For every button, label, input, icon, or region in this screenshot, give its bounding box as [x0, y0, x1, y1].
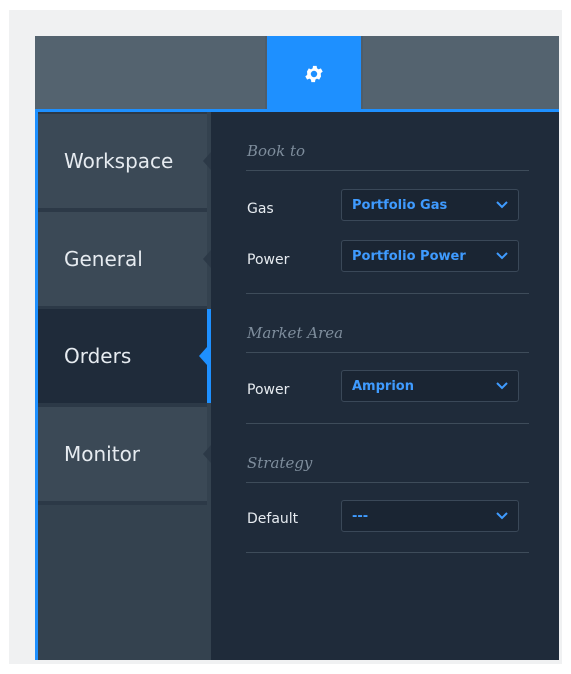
sidebar-item-label: General [64, 247, 143, 271]
section-title-book-to: Book to [247, 142, 306, 160]
tab-left[interactable] [35, 36, 265, 109]
default-label: Default [247, 511, 299, 527]
sidebar-empty-area [38, 505, 207, 660]
gas-portfolio-select[interactable]: Portfolio Gas [341, 189, 519, 221]
market-power-label: Power [247, 382, 290, 398]
select-value: Amprion [352, 378, 414, 394]
notch-indicator [203, 250, 211, 268]
divider [246, 170, 529, 171]
market-area-select[interactable]: Amprion [341, 370, 519, 402]
sidebar-item-label: Orders [64, 344, 132, 368]
notch-indicator [203, 152, 211, 170]
divider [246, 482, 529, 483]
select-value: --- [352, 508, 369, 524]
sidebar-item-workspace[interactable]: Workspace [38, 114, 211, 208]
sidebar-item-general[interactable]: General [38, 212, 211, 306]
top-tab-bar [35, 36, 559, 112]
gas-label: Gas [247, 201, 274, 217]
divider [246, 423, 529, 424]
chevron-down-icon [496, 382, 508, 390]
sidebar-item-orders[interactable]: Orders [38, 309, 211, 403]
settings-panel: Workspace General Orders Monitor Book to… [35, 36, 559, 660]
select-value: Portfolio Gas [352, 197, 448, 213]
strategy-select[interactable]: --- [341, 500, 519, 532]
tab-right[interactable] [363, 36, 559, 109]
gear-icon [305, 65, 323, 83]
chevron-down-icon [496, 201, 508, 209]
divider [246, 352, 529, 353]
sidebar-item-label: Monitor [64, 442, 141, 466]
active-notch-indicator [199, 347, 207, 365]
sidebar-item-label: Workspace [64, 149, 174, 173]
sidebar: Workspace General Orders Monitor [35, 112, 211, 660]
divider [246, 552, 529, 553]
power-portfolio-select[interactable]: Portfolio Power [341, 240, 519, 272]
select-value: Portfolio Power [352, 248, 466, 264]
section-title-market-area: Market Area [247, 324, 344, 342]
divider [246, 293, 529, 294]
notch-indicator [203, 445, 211, 463]
sidebar-item-monitor[interactable]: Monitor [38, 407, 211, 501]
orders-settings-content: Book to Gas Portfolio Gas Power Portfoli… [211, 112, 559, 660]
tab-settings[interactable] [267, 36, 361, 112]
chevron-down-icon [496, 512, 508, 520]
chevron-down-icon [496, 252, 508, 260]
power-label: Power [247, 252, 290, 268]
section-title-strategy: Strategy [247, 454, 313, 472]
